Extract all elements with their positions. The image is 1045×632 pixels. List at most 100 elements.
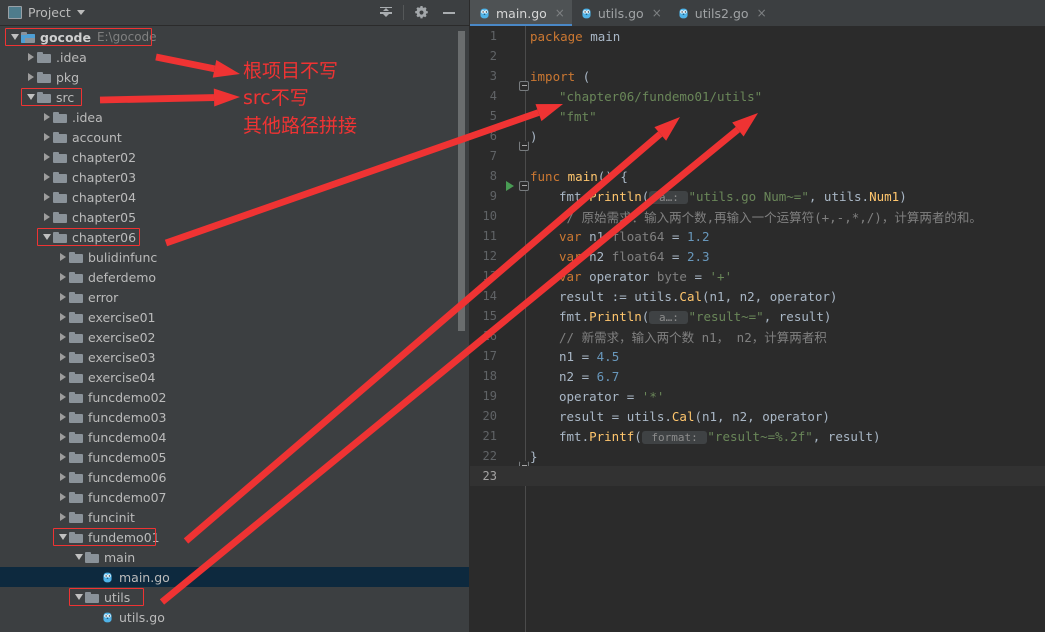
tree-folder-fundemo01[interactable]: fundemo01	[0, 527, 469, 547]
code-line[interactable]: 5 "fmt"	[470, 106, 1045, 126]
project-tree-scrollbar[interactable]	[458, 31, 465, 331]
expand-arrow-icon[interactable]	[56, 447, 69, 467]
code-line[interactable]: 6)	[470, 126, 1045, 151]
code-token: Cal	[671, 408, 695, 424]
tree-folder-utils[interactable]: utils	[0, 587, 469, 607]
expand-arrow-icon[interactable]	[56, 267, 69, 287]
tree-folder-funcdemo07[interactable]: funcdemo07	[0, 487, 469, 507]
code-line[interactable]: 3 import (	[470, 66, 1045, 91]
expand-arrow-icon[interactable]	[56, 507, 69, 527]
code-line[interactable]: 16 // 新需求，输入两个数 n1， n2，计算两者积	[470, 326, 1045, 346]
expand-arrow-icon[interactable]	[40, 167, 53, 187]
close-icon[interactable]: ×	[652, 6, 662, 20]
code-line[interactable]: 13 var operator byte = '+'	[470, 266, 1045, 286]
code-token: var	[559, 228, 582, 244]
tree-folder-error[interactable]: error	[0, 287, 469, 307]
collapse-arrow-icon[interactable]	[8, 27, 21, 47]
code-line[interactable]: 14 result := utils.Cal(n1, n2, operator)	[470, 286, 1045, 306]
tree-folder-exercise04[interactable]: exercise04	[0, 367, 469, 387]
collapse-all-button[interactable]	[372, 1, 400, 25]
code-editor[interactable]: 1 package main 2 3 import (4 "chapter06/funde…	[470, 26, 1045, 632]
code-token: () {	[597, 168, 628, 184]
editor-tab-main.go[interactable]: main.go ×	[470, 0, 572, 26]
code-line[interactable]: 15 fmt.Println( a…: "result~=", result)	[470, 306, 1045, 326]
tree-folder-funcdemo06[interactable]: funcdemo06	[0, 467, 469, 487]
expand-arrow-icon[interactable]	[56, 467, 69, 487]
collapse-arrow-icon[interactable]	[56, 527, 69, 547]
expand-arrow-icon[interactable]	[24, 67, 37, 87]
tree-folder-pkg[interactable]: pkg	[0, 67, 469, 87]
code-line[interactable]: 17 n1 = 4.5	[470, 346, 1045, 366]
tree-file-main.go[interactable]: main.go	[0, 567, 469, 587]
expand-arrow-icon[interactable]	[56, 407, 69, 427]
tree-folder-.idea[interactable]: .idea	[0, 107, 469, 127]
expand-arrow-icon[interactable]	[24, 47, 37, 67]
editor-tab-utils2.go[interactable]: utils2.go ×	[669, 0, 774, 26]
project-tree[interactable]: gocode E:\gocode .idea pkg src .idea account ch…	[0, 27, 469, 632]
expand-arrow-icon[interactable]	[56, 247, 69, 267]
collapse-arrow-icon[interactable]	[72, 587, 85, 607]
expand-arrow-icon[interactable]	[40, 127, 53, 147]
collapse-arrow-icon[interactable]	[24, 87, 37, 107]
expand-arrow-icon[interactable]	[56, 287, 69, 307]
chevron-down-icon[interactable]	[76, 10, 85, 15]
tree-folder-src[interactable]: src	[0, 87, 469, 107]
tree-folder-chapter04[interactable]: chapter04	[0, 187, 469, 207]
tree-folder-funcdemo03[interactable]: funcdemo03	[0, 407, 469, 427]
tree-folder-funcinit[interactable]: funcinit	[0, 507, 469, 527]
expand-arrow-icon[interactable]	[56, 427, 69, 447]
code-line[interactable]: 18 n2 = 6.7	[470, 366, 1045, 386]
expand-arrow-icon[interactable]	[56, 387, 69, 407]
settings-button[interactable]	[407, 1, 435, 25]
code-line[interactable]: 20 result = utils.Cal(n1, n2, operator)	[470, 406, 1045, 426]
close-icon[interactable]: ×	[757, 6, 767, 20]
tree-folder-gocode[interactable]: gocode E:\gocode	[0, 27, 469, 47]
code-line[interactable]: 11 var n1 float64 = 1.2	[470, 226, 1045, 246]
expand-arrow-icon[interactable]	[40, 207, 53, 227]
expand-arrow-icon[interactable]	[40, 147, 53, 167]
code-line[interactable]: 12 var n2 float64 = 2.3	[470, 246, 1045, 266]
tree-folder-account[interactable]: account	[0, 127, 469, 147]
code-line[interactable]: 7	[470, 146, 1045, 166]
tree-folder-main[interactable]: main	[0, 547, 469, 567]
tree-folder-chapter02[interactable]: chapter02	[0, 147, 469, 167]
editor-tab-utils.go[interactable]: utils.go ×	[572, 0, 669, 26]
tree-file-utils.go[interactable]: utils.go	[0, 607, 469, 627]
expand-arrow-icon[interactable]	[56, 327, 69, 347]
expand-arrow-icon[interactable]	[56, 347, 69, 367]
hide-panel-button[interactable]	[435, 1, 463, 25]
tree-item-label: chapter04	[72, 189, 137, 205]
collapse-arrow-icon[interactable]	[72, 547, 85, 567]
tree-folder-chapter03[interactable]: chapter03	[0, 167, 469, 187]
tree-folder-exercise01[interactable]: exercise01	[0, 307, 469, 327]
tree-folder-exercise02[interactable]: exercise02	[0, 327, 469, 347]
code-line[interactable]: 4 "chapter06/fundemo01/utils"	[470, 86, 1045, 106]
expand-arrow-icon[interactable]	[40, 107, 53, 127]
collapse-arrow-icon[interactable]	[40, 227, 53, 247]
line-number: 15	[482, 309, 497, 323]
tree-folder-funcdemo05[interactable]: funcdemo05	[0, 447, 469, 467]
expand-arrow-icon[interactable]	[56, 487, 69, 507]
expand-arrow-icon[interactable]	[56, 367, 69, 387]
code-line[interactable]: 22}	[470, 446, 1045, 471]
tree-folder-bulidinfunc[interactable]: bulidinfunc	[0, 247, 469, 267]
code-line[interactable]: 9 fmt.Println( a…: "utils.go Num~=", util…	[470, 186, 1045, 206]
code-line[interactable]: 23	[470, 466, 1045, 486]
code-token: operator	[581, 268, 657, 284]
code-line[interactable]: 21 fmt.Printf( format: "result~=%.2f", re…	[470, 426, 1045, 446]
tree-folder-deferdemo[interactable]: deferdemo	[0, 267, 469, 287]
tree-folder-funcdemo04[interactable]: funcdemo04	[0, 427, 469, 447]
code-line[interactable]: 2	[470, 46, 1045, 66]
code-line[interactable]: 10 // 原始需求：输入两个数,再输入一个运算符(+,-,*,/)，计算两者的和…	[470, 206, 1045, 226]
tree-folder-exercise03[interactable]: exercise03	[0, 347, 469, 367]
code-line[interactable]: 19 operator = '*'	[470, 386, 1045, 406]
tree-folder-.idea[interactable]: .idea	[0, 47, 469, 67]
close-icon[interactable]: ×	[555, 6, 565, 20]
code-line[interactable]: 8 func main() {	[470, 166, 1045, 191]
tree-folder-funcdemo02[interactable]: funcdemo02	[0, 387, 469, 407]
expand-arrow-icon[interactable]	[56, 307, 69, 327]
code-line[interactable]: 1 package main	[470, 26, 1045, 46]
tree-folder-chapter06[interactable]: chapter06	[0, 227, 469, 247]
tree-folder-chapter05[interactable]: chapter05	[0, 207, 469, 227]
expand-arrow-icon[interactable]	[40, 187, 53, 207]
